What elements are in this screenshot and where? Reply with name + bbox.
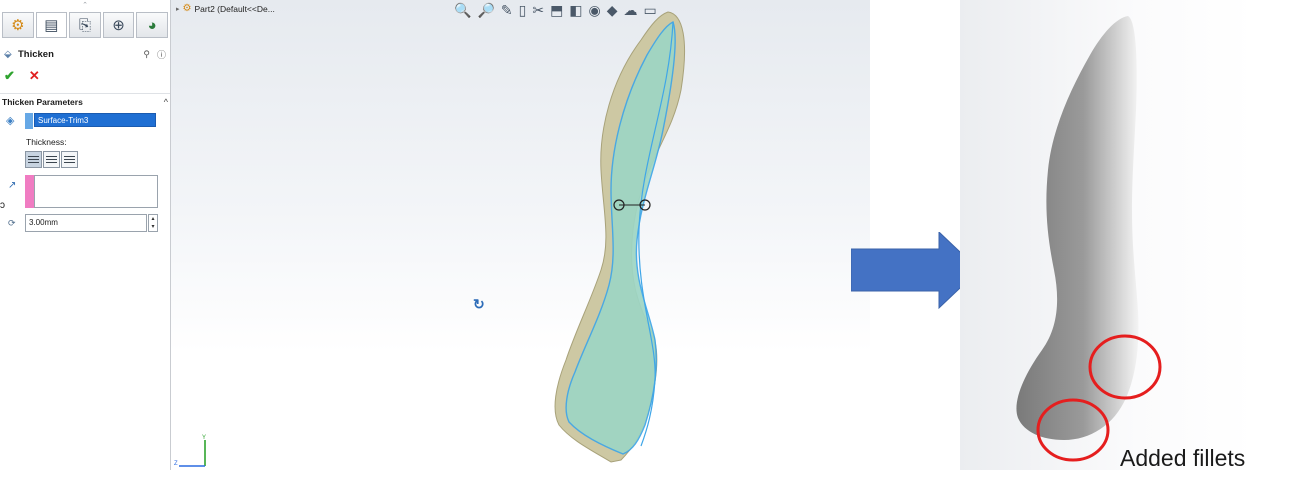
manager-tabs: ⚙ ▤ ⎘ ⊕ ◕ xyxy=(2,12,168,38)
dimxpert-icon: ⊕ xyxy=(112,17,125,34)
ok-check-icon[interactable]: ✔ xyxy=(4,68,15,84)
thickness-side-options xyxy=(25,151,78,168)
edit-appearance-icon[interactable]: ◆ xyxy=(607,2,618,19)
caption-added-fillets: Added fillets xyxy=(1120,445,1246,471)
thickness-depth-icon: ⟳ xyxy=(8,218,16,228)
surface-select-icon: ◈ xyxy=(6,115,15,127)
thicken-feature-icon: ⬙ xyxy=(4,48,12,60)
hide-show-items-icon[interactable]: ◉ xyxy=(589,2,601,19)
thicken-preview-model xyxy=(554,11,686,463)
display-manager-tab[interactable]: ◕ xyxy=(136,12,168,38)
display-style-icon[interactable]: ◧ xyxy=(569,2,582,19)
tree-expand-arrow-icon[interactable]: ▸ xyxy=(176,5,180,13)
reverse-mark-icon: ↄ xyxy=(0,200,5,211)
property-manager-tab[interactable]: ▤ xyxy=(35,12,68,38)
dynamic-annotation-icon[interactable]: ✂ xyxy=(532,2,544,19)
help-icon[interactable]: ⓘ xyxy=(157,48,166,61)
zoom-to-fit-icon[interactable]: 🔍 xyxy=(454,2,471,19)
display-manager-icon: ◕ xyxy=(147,16,157,34)
feature-manager-icon: ⚙ xyxy=(11,17,25,34)
graphics-viewport[interactable]: ▸ ⚙ Part2 (Default<<De... 🔍 🔎 ✎ ▯ ✂ ⬒ ◧ … xyxy=(171,0,870,470)
zoom-to-area-icon[interactable]: 🔎 xyxy=(477,2,494,19)
previous-view-icon[interactable]: ✎ xyxy=(501,2,513,19)
direction-selection-box[interactable] xyxy=(34,175,158,208)
direction-color-swatch xyxy=(25,175,34,208)
property-manager-panel: ⌃ ⚙ ▤ ⎘ ⊕ ◕ ⬙ Thicken ⚲ ⓘ ✔ ✕ Thicken Pa… xyxy=(0,0,171,470)
result-model-view xyxy=(960,0,1255,470)
feature-title: Thicken xyxy=(18,48,54,60)
triad-y-label: Y xyxy=(202,435,206,441)
view-settings-icon[interactable]: ▭ xyxy=(644,2,657,19)
configuration-manager-icon: ⎘ xyxy=(78,16,91,34)
thickness-depth-input[interactable]: 3.00mm xyxy=(25,214,147,232)
thicken-side-2-button[interactable] xyxy=(61,151,78,168)
thicken-parameters-header[interactable]: Thicken Parameters ^ xyxy=(2,96,168,108)
view-orientation-icon[interactable]: ⬒ xyxy=(550,2,563,19)
collapse-chevron-icon[interactable]: ^ xyxy=(164,97,168,107)
thicken-both-sides-button[interactable] xyxy=(43,151,60,168)
solid-body xyxy=(1016,16,1139,440)
divider xyxy=(0,93,170,94)
surface-to-thicken-field[interactable]: Surface-Trim3 xyxy=(34,113,156,127)
part-name: Part2 (Default<<De... xyxy=(194,3,275,14)
confirm-row: ✔ ✕ xyxy=(4,68,40,84)
thicken-side-1-button[interactable] xyxy=(25,151,42,168)
part-icon: ⚙ xyxy=(182,3,192,14)
triad-z-label: Z xyxy=(174,461,178,467)
section-view-icon[interactable]: ▯ xyxy=(519,2,527,19)
flyout-feature-tree[interactable]: ▸ ⚙ Part2 (Default<<De... xyxy=(176,3,275,14)
detailed-preview-icon[interactable]: ⚲ xyxy=(143,49,150,60)
filleted-model xyxy=(1016,16,1162,462)
group-title: Thicken Parameters xyxy=(2,97,83,107)
configuration-manager-tab[interactable]: ⎘ xyxy=(69,12,101,38)
selection-color-swatch xyxy=(25,113,33,129)
cancel-x-icon[interactable]: ✕ xyxy=(29,68,40,84)
apply-scene-icon[interactable]: ☁ xyxy=(624,2,638,19)
dimxpert-manager-tab[interactable]: ⊕ xyxy=(102,12,135,38)
thickness-label: Thickness: xyxy=(26,137,67,147)
reference-triad: Y Z xyxy=(174,435,206,467)
property-manager-icon: ▤ xyxy=(44,17,59,34)
feature-header: ⬙ Thicken ⚲ ⓘ xyxy=(4,47,166,61)
rotate-center-icon: ↻ xyxy=(473,296,485,312)
panel-grip[interactable]: ⌃ xyxy=(0,0,170,11)
direction-arrow-icon: ↗ xyxy=(8,180,17,191)
heads-up-view-toolbar: 🔍 🔎 ✎ ▯ ✂ ⬒ ◧ ◉ ◆ ☁ ▭ xyxy=(454,2,657,19)
feature-manager-tab[interactable]: ⚙ xyxy=(2,12,34,38)
depth-spinner[interactable]: ▴ ▾ xyxy=(148,214,158,232)
